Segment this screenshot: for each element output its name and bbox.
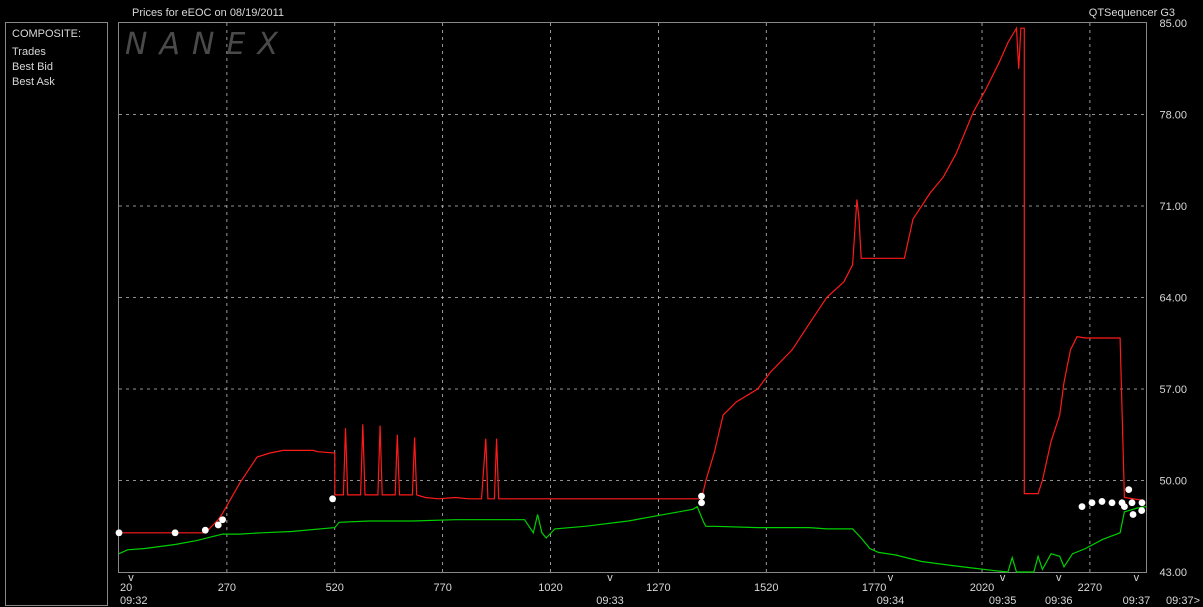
- legend-item-best-ask: Best Ask: [12, 76, 55, 88]
- trade-point: [115, 529, 123, 537]
- x-tick-label: 2020: [970, 582, 994, 594]
- legend-item-best-bid: Best Bid: [12, 61, 53, 73]
- y-tick-label: 43.00: [1159, 567, 1187, 579]
- x-tick-label: 1770: [862, 582, 886, 594]
- time-mark-label: 09:32: [120, 595, 148, 607]
- y-tick-label: 78.00: [1159, 110, 1187, 122]
- trade-point: [1125, 486, 1133, 494]
- trade-point: [201, 526, 209, 534]
- trade-point: [1118, 499, 1126, 507]
- time-mark-chevron: v: [1000, 572, 1006, 584]
- legend-item-trades: Trades: [12, 46, 46, 58]
- trade-point: [1088, 499, 1096, 507]
- time-mark-label: 09:33: [596, 595, 624, 607]
- y-tick-label: 71.00: [1159, 201, 1187, 213]
- trade-point: [329, 495, 336, 503]
- trade-point: [1128, 499, 1136, 507]
- trade-point: [219, 516, 226, 524]
- trade-point: [171, 529, 179, 537]
- time-mark-chevron: v: [888, 572, 894, 584]
- legend-heading: COMPOSITE:: [12, 28, 81, 40]
- time-mark-label: 09:34: [877, 595, 905, 607]
- price-chart: Prices for eEOC on 08/19/2011 QTSequence…: [5, 7, 1200, 607]
- y-tick-label: 57.00: [1159, 384, 1187, 396]
- time-mark-label: 09:37>: [1166, 595, 1200, 607]
- time-mark-chevron: v: [607, 572, 613, 584]
- time-mark-chevron: v: [1134, 572, 1140, 584]
- x-tick-label: 770: [433, 582, 451, 594]
- x-tick-label: 2270: [1078, 582, 1102, 594]
- trade-point: [1098, 498, 1106, 505]
- time-mark-label: 09:37: [1123, 595, 1151, 607]
- x-tick-label: 1520: [754, 582, 778, 594]
- x-tick-label: 270: [218, 582, 236, 594]
- y-axis-ticks: 43.00 50.00 57.00 64.00 71.00 78.00 85.00: [1159, 18, 1187, 579]
- trade-point: [1078, 503, 1086, 511]
- trade-point: [1108, 499, 1116, 507]
- trade-point: [698, 492, 705, 500]
- trade-point: [1129, 511, 1137, 518]
- y-tick-label: 64.00: [1159, 293, 1187, 305]
- trade-point: [698, 499, 705, 507]
- x-tick-label: 1020: [538, 582, 562, 594]
- time-mark-label: 09:36: [1045, 595, 1073, 607]
- y-tick-label: 85.00: [1159, 18, 1187, 30]
- legend-panel: [5, 22, 108, 606]
- trade-point: [1138, 499, 1146, 507]
- y-tick-label: 50.00: [1159, 476, 1187, 488]
- x-tick-label: 520: [326, 582, 344, 594]
- trade-point: [214, 521, 222, 529]
- watermark: NANEX: [125, 27, 290, 62]
- chart-title: Prices for eEOC on 08/19/2011: [132, 7, 284, 19]
- trade-point: [1138, 507, 1146, 514]
- time-mark-label: 09:35: [989, 595, 1017, 607]
- x-tick-label: 1270: [646, 582, 670, 594]
- time-mark-chevron: v: [1056, 572, 1062, 584]
- time-mark-chevron: v: [128, 572, 134, 584]
